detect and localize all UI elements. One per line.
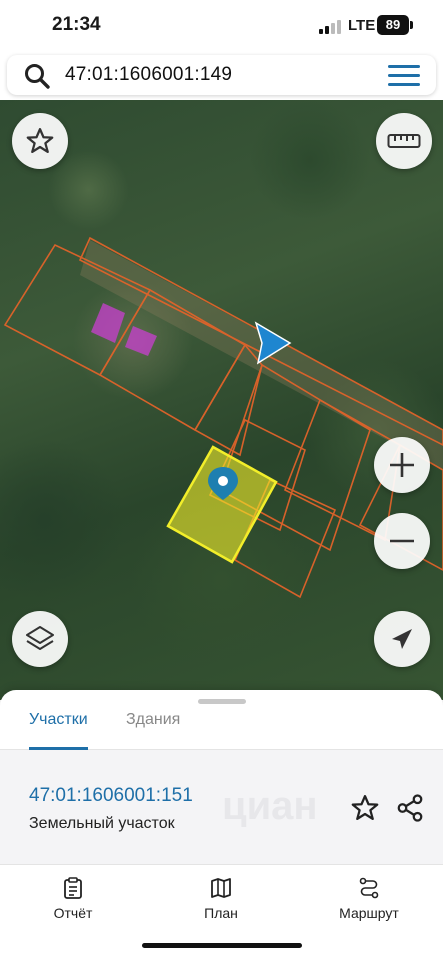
status-bar: 21:34 LTE 89 <box>0 0 443 52</box>
zoom-out-button[interactable] <box>374 513 430 569</box>
share-icon[interactable] <box>395 793 425 823</box>
nav-report-label: Отчёт <box>53 905 93 921</box>
search-input[interactable]: 47:01:1606001:149 <box>65 64 232 86</box>
nav-route-label: Маршрут <box>339 905 399 921</box>
nav-route[interactable]: Маршрут <box>314 877 424 921</box>
minus-icon <box>390 539 414 543</box>
layers-button[interactable] <box>12 611 68 667</box>
zoom-in-button[interactable] <box>374 437 430 493</box>
sheet-drag-handle[interactable] <box>198 699 246 704</box>
search-icon[interactable] <box>23 62 51 90</box>
menu-icon[interactable] <box>388 65 420 87</box>
bottom-nav: Отчёт План Маршрут <box>0 865 443 925</box>
favorite-button[interactable] <box>12 113 68 169</box>
parcel-cadastral-id[interactable]: 47:01:1606001:151 <box>29 785 193 807</box>
ruler-icon <box>387 134 421 148</box>
signal-icon <box>319 20 341 34</box>
nav-report[interactable]: Отчёт <box>18 877 128 921</box>
report-icon <box>64 877 82 899</box>
bottom-sheet: Участки Здания циан 47:01:1606001:151 Зе… <box>0 690 443 960</box>
ruler-button[interactable] <box>376 113 432 169</box>
battery-icon: 89 <box>377 15 413 35</box>
home-indicator <box>142 943 302 948</box>
status-time: 21:34 <box>52 14 101 35</box>
layers-icon <box>26 626 54 650</box>
star-icon[interactable] <box>350 793 380 823</box>
network-type: LTE <box>348 17 376 34</box>
map-view[interactable] <box>0 100 443 700</box>
watermark-logo: циан <box>222 784 318 828</box>
locate-button[interactable] <box>374 611 430 667</box>
parcel-overlay <box>3 236 443 599</box>
nav-plan[interactable]: План <box>166 877 276 921</box>
parcel-card[interactable]: циан 47:01:1606001:151 Земельный участок <box>0 750 443 865</box>
parcel-type: Земельный участок <box>29 815 175 832</box>
search-bar[interactable]: 47:01:1606001:149 <box>7 55 436 95</box>
route-icon <box>359 877 379 899</box>
sheet-tabs: Участки Здания <box>0 710 443 750</box>
tab-buildings[interactable]: Здания <box>126 710 180 750</box>
map-icon <box>211 878 231 898</box>
navigation-arrow-icon <box>392 629 412 649</box>
star-icon <box>26 128 54 154</box>
selected-parcel[interactable] <box>166 445 278 564</box>
nav-plan-label: План <box>204 905 238 921</box>
building-shape[interactable] <box>91 303 125 343</box>
building-shape[interactable] <box>125 326 157 356</box>
plus-icon <box>390 453 414 477</box>
tab-parcels[interactable]: Участки <box>29 710 88 750</box>
